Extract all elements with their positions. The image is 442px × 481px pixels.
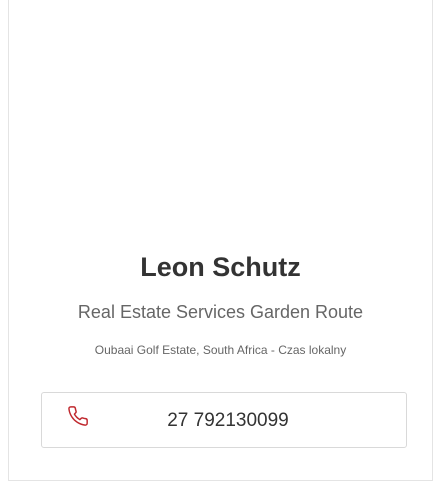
phone-button[interactable]: 27 792130099 (41, 392, 407, 448)
agent-company: Real Estate Services Garden Route (77, 302, 364, 322)
agent-card: Leon Schutz Real Estate Services Garden … (8, 0, 433, 481)
phone-number: 27 792130099 (167, 410, 289, 431)
agent-photo-area (9, 0, 432, 240)
agent-location: Oubaai Golf Estate, South Africa - Czas … (94, 343, 347, 357)
agent-name: Leon Schutz (140, 252, 301, 282)
